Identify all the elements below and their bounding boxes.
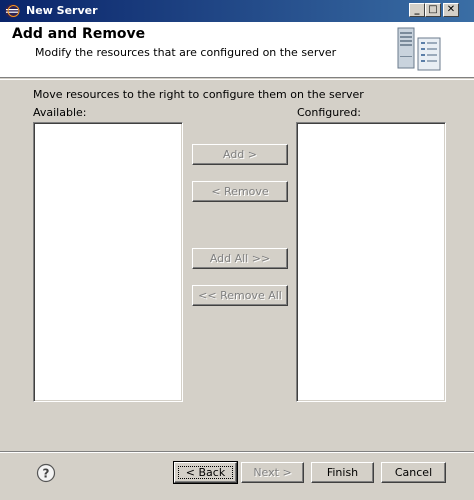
back-button[interactable]: < Back: [173, 461, 238, 484]
server-wizard-icon: [397, 27, 441, 71]
remove-all-button-label: << Remove All: [198, 289, 282, 302]
eclipse-icon: [5, 4, 20, 18]
close-button[interactable]: ✕: [443, 3, 459, 17]
window-title: New Server: [26, 4, 98, 17]
add-all-button-label: Add All >>: [209, 252, 271, 265]
focus-indicator: [178, 466, 233, 479]
remove-button-label: < Remove: [211, 185, 269, 198]
help-icon[interactable]: ?: [36, 463, 56, 483]
minimize-button[interactable]: _: [409, 3, 425, 17]
cancel-button[interactable]: Cancel: [381, 462, 446, 483]
add-button[interactable]: Add >: [192, 144, 288, 165]
add-all-button[interactable]: Add All >>: [192, 248, 288, 269]
title-bar[interactable]: New Server _ □ ✕: [0, 0, 474, 22]
remove-all-button[interactable]: << Remove All: [192, 285, 288, 306]
footer-separator-highlight: [0, 452, 474, 453]
remove-button[interactable]: < Remove: [192, 181, 288, 202]
finish-button-label: Finish: [326, 466, 359, 479]
header-separator: [0, 79, 474, 80]
next-button-label: Next >: [253, 466, 292, 479]
configured-label: Configured:: [297, 106, 362, 119]
page-title: Add and Remove: [12, 26, 146, 42]
cancel-button-label: Cancel: [394, 466, 433, 479]
page-description: Modify the resources that are configured…: [35, 46, 337, 59]
instruction-text: Move resources to the right to configure…: [33, 88, 364, 101]
finish-button[interactable]: Finish: [311, 462, 374, 483]
next-button[interactable]: Next >: [241, 462, 304, 483]
wizard-header: Add and Remove Modify the resources that…: [0, 22, 474, 78]
available-list[interactable]: [33, 122, 183, 402]
maximize-button[interactable]: □: [425, 3, 441, 17]
svg-text:?: ?: [43, 467, 50, 481]
add-button-label: Add >: [222, 148, 257, 161]
configured-list[interactable]: [296, 122, 446, 402]
available-label: Available:: [33, 106, 87, 119]
